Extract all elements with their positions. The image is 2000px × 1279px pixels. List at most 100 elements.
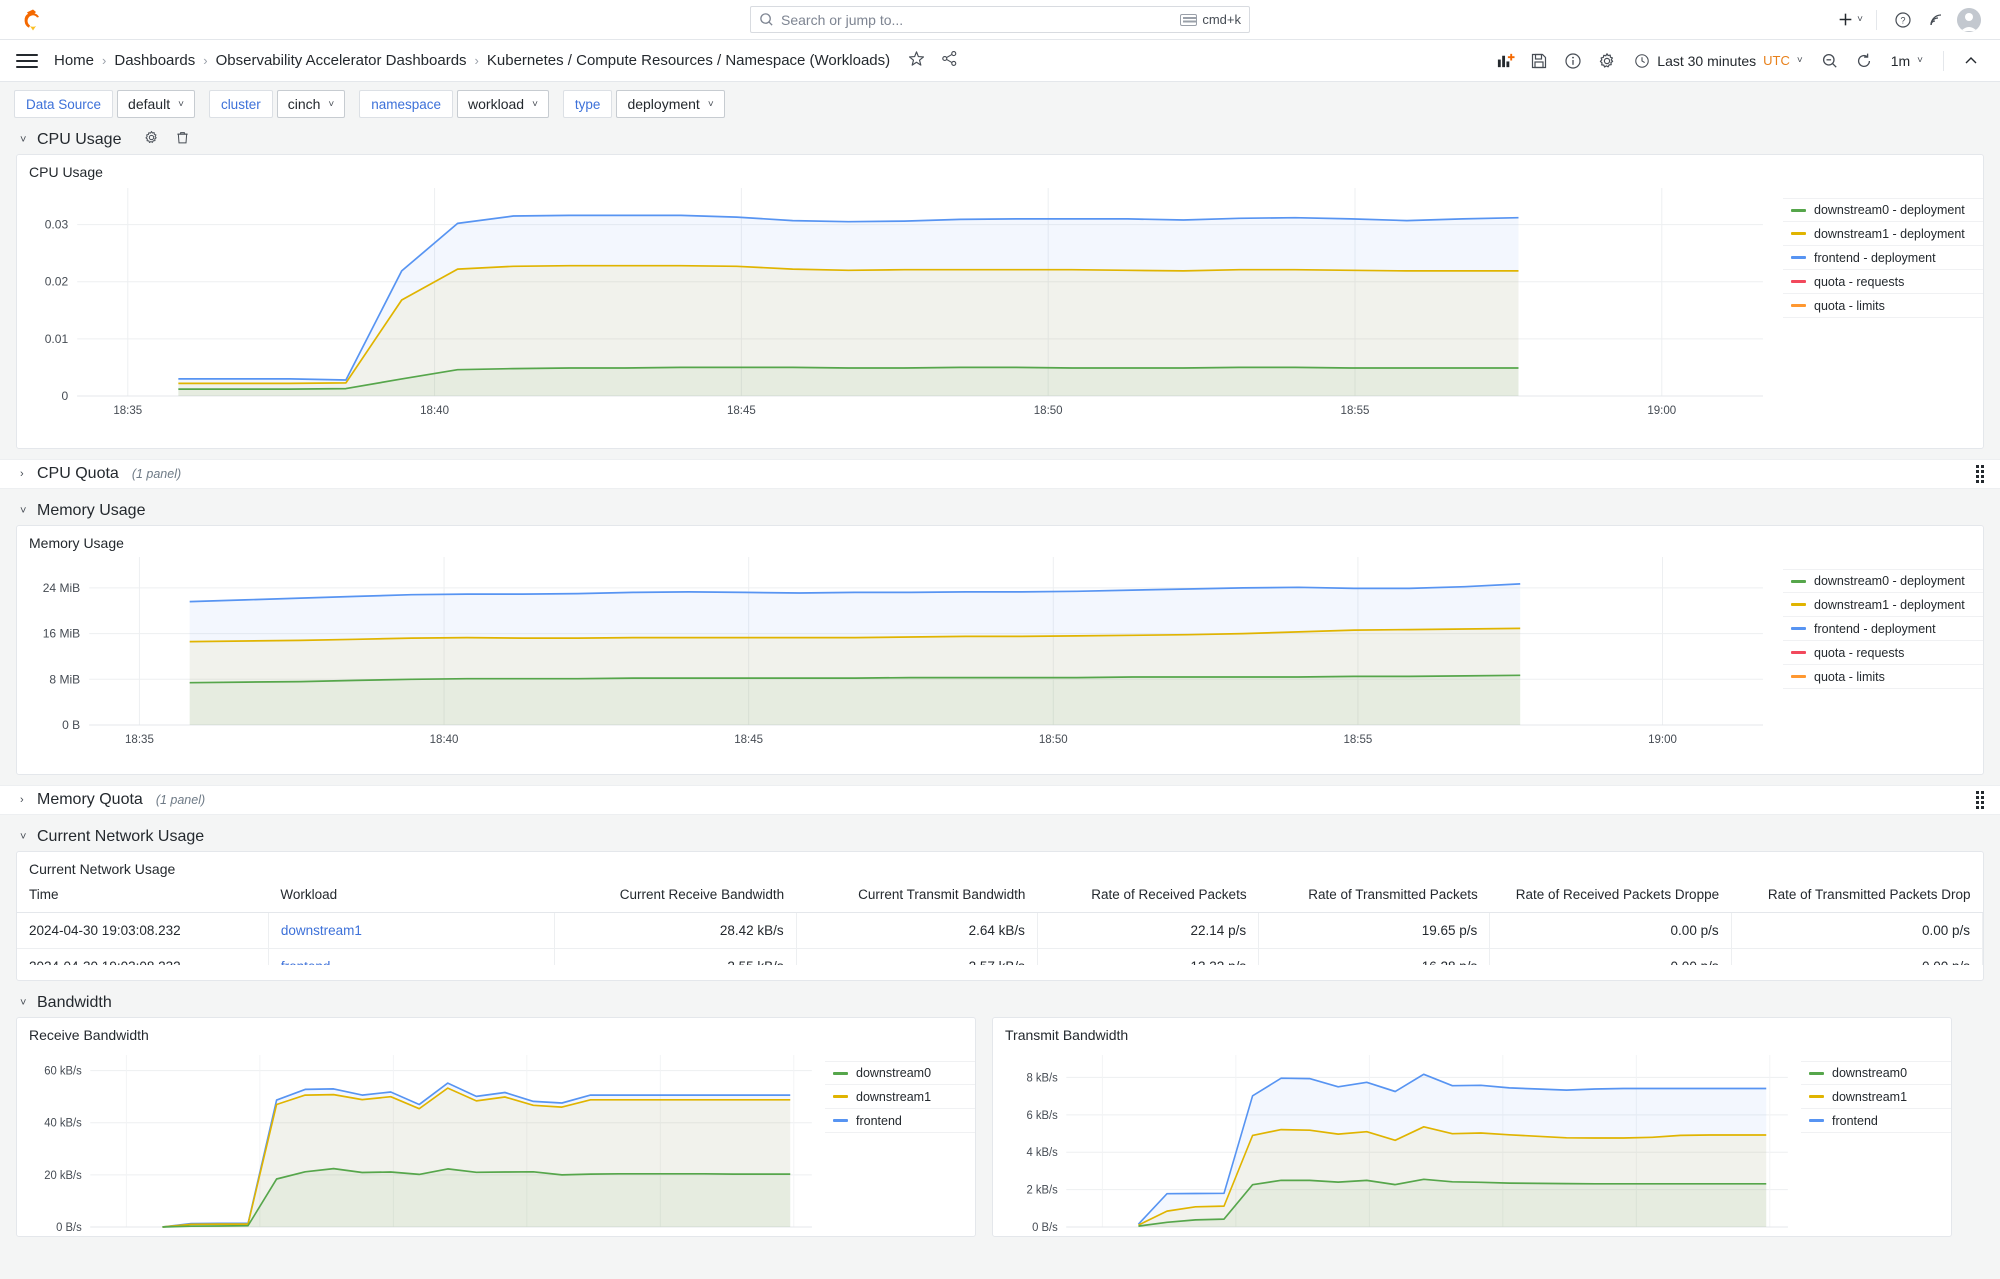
legend-item[interactable]: downstream1 bbox=[1801, 1085, 1951, 1109]
legend-label: downstream0 bbox=[1832, 1066, 1908, 1080]
legend-transmit-bandwidth: downstream0 downstream1 frontend bbox=[1801, 1043, 1951, 1233]
chart-memory-usage[interactable]: 0 B 8 MiB 16 MiB 24 MiB 18:35 18:40 18:45 18:50… bbox=[17, 551, 1783, 759]
search-input[interactable]: Search or jump to... cmd+k bbox=[750, 6, 1250, 33]
variable-select-cluster[interactable]: cinch ˅ bbox=[276, 90, 346, 118]
row-header-cpu-usage[interactable]: ˅ CPU Usage bbox=[0, 126, 2000, 154]
row-title-current-network-usage: Current Network Usage bbox=[37, 828, 205, 845]
user-profile-button[interactable] bbox=[1954, 5, 1984, 35]
zoom-out-time-button[interactable] bbox=[1815, 46, 1845, 76]
news-button[interactable] bbox=[1921, 5, 1951, 35]
clock-icon bbox=[1635, 53, 1650, 68]
help-button[interactable]: ? bbox=[1888, 5, 1918, 35]
share-nodes-icon[interactable] bbox=[941, 50, 958, 72]
time-range-label: Last 30 minutes bbox=[1657, 52, 1757, 69]
chevron-down-icon: ˅ bbox=[1917, 55, 1923, 66]
chevron-down-icon: ˅ bbox=[328, 98, 335, 110]
legend-label: quota - limits bbox=[1814, 298, 1885, 313]
legend-color-swatch bbox=[1791, 232, 1806, 235]
refresh-interval-picker[interactable]: 1m ˅ bbox=[1883, 48, 1931, 74]
legend-item[interactable]: quota - limits bbox=[1783, 294, 1983, 318]
hamburger-menu-icon[interactable] bbox=[14, 48, 40, 74]
keyboard-icon bbox=[1180, 13, 1198, 26]
variable-select-type[interactable]: deployment ˅ bbox=[616, 90, 725, 118]
table-cell: 2024-04-30 19:03:08.232 bbox=[17, 948, 269, 965]
x-axis-tick-label: 18:55 bbox=[1341, 405, 1370, 417]
legend-item[interactable]: downstream0 bbox=[825, 1061, 975, 1085]
star-outline-icon[interactable] bbox=[908, 50, 925, 72]
legend-item[interactable]: frontend - deployment bbox=[1783, 617, 1983, 641]
legend-item[interactable]: frontend - deployment bbox=[1783, 246, 1983, 270]
breadcrumb-item-dashboards[interactable]: Dashboards bbox=[114, 52, 195, 69]
chevron-down-icon: ˅ bbox=[532, 98, 538, 110]
legend-item[interactable]: frontend bbox=[1801, 1109, 1951, 1133]
add-panel-button[interactable] bbox=[1490, 46, 1520, 76]
chart-cpu-usage[interactable]: 0 0.01 0.02 0.03 18:35 18:40 18:45 18:50 18:55 19… bbox=[17, 180, 1783, 430]
legend-item[interactable]: downstream0 - deployment bbox=[1783, 198, 1983, 222]
table-cell: 2.57 kB/s bbox=[796, 948, 1038, 965]
table-column-header[interactable]: Time bbox=[17, 877, 269, 913]
row-header-current-network-usage[interactable]: ˅ Current Network Usage bbox=[0, 823, 2000, 851]
table-column-header[interactable]: Rate of Transmitted Packets bbox=[1258, 877, 1490, 913]
table-column-header[interactable]: Rate of Received Packets bbox=[1037, 877, 1259, 913]
row-drag-handle[interactable] bbox=[1976, 465, 1984, 483]
row-header-cpu-quota[interactable]: › CPU Quota (1 panel) bbox=[0, 459, 2000, 489]
time-range-picker[interactable]: Last 30 minutes UTC ˅ bbox=[1626, 48, 1810, 74]
legend-item[interactable]: quota - requests bbox=[1783, 641, 1983, 665]
global-search[interactable]: Search or jump to... cmd+k bbox=[750, 6, 1250, 33]
row-header-memory-quota[interactable]: › Memory Quota (1 panel) bbox=[0, 785, 2000, 815]
grafana-logo-icon[interactable] bbox=[20, 7, 46, 33]
legend-item[interactable]: downstream1 - deployment bbox=[1783, 222, 1983, 246]
row-settings-gear-icon[interactable] bbox=[144, 130, 159, 150]
variable-namespace: namespace workload ˅ bbox=[359, 90, 549, 118]
row-header-bandwidth[interactable]: ˅ Bandwidth bbox=[0, 989, 2000, 1017]
chevron-down-icon: ˅ bbox=[20, 134, 27, 146]
workload-link[interactable]: frontend bbox=[281, 959, 331, 965]
variable-select-datasource[interactable]: default ˅ bbox=[117, 90, 195, 118]
chevron-down-icon: ˅ bbox=[707, 98, 714, 110]
legend-item[interactable]: quota - limits bbox=[1783, 665, 1983, 689]
row-header-memory-usage[interactable]: ˅ Memory Usage bbox=[0, 497, 2000, 525]
x-axis-tick-label: 18:35 bbox=[125, 734, 154, 746]
avatar bbox=[1957, 7, 1981, 32]
chevron-right-icon: › bbox=[20, 794, 24, 806]
refresh-button[interactable] bbox=[1849, 46, 1879, 76]
breadcrumb-separator: › bbox=[203, 53, 208, 68]
legend-label: downstream1 bbox=[1832, 1089, 1908, 1104]
collapse-toolbar-button[interactable] bbox=[1956, 46, 1986, 76]
save-dashboard-button[interactable] bbox=[1524, 46, 1554, 76]
table-column-header[interactable]: Workload bbox=[268, 877, 555, 913]
variable-select-namespace[interactable]: workload ˅ bbox=[457, 90, 549, 118]
breadcrumb-item-home[interactable]: Home bbox=[54, 52, 94, 69]
chart-receive-bandwidth[interactable]: 0 B/s 20 kB/s 40 kB/s 60 kB/s bbox=[17, 1043, 825, 1233]
breadcrumb-item-observability-accelerator-dashboards[interactable]: Observability Accelerator Dashboards bbox=[216, 52, 467, 69]
row-delete-trash-icon[interactable] bbox=[175, 130, 190, 150]
legend-item[interactable]: frontend bbox=[825, 1109, 975, 1133]
dashboard-toolbar: Home › Dashboards › Observability Accele… bbox=[0, 40, 2000, 82]
legend-label: downstream1 - deployment bbox=[1814, 597, 1965, 612]
table-column-header[interactable]: Rate of Received Packets Droppe bbox=[1489, 877, 1732, 913]
legend-item[interactable]: downstream1 - deployment bbox=[1783, 593, 1983, 617]
table-column-header[interactable]: Current Transmit Bandwidth bbox=[796, 877, 1038, 913]
x-axis-tick-label: 18:45 bbox=[734, 734, 763, 746]
row-drag-handle[interactable] bbox=[1976, 791, 1984, 809]
chart-transmit-bandwidth[interactable]: 0 B/s 2 kB/s 4 kB/s 6 kB/s 8 kB/s bbox=[993, 1043, 1801, 1233]
legend-label: frontend bbox=[1832, 1113, 1878, 1128]
panel-memory-usage: Memory Usage 0 B 8 MiB 16 MiB 24 MiB 18:35 18… bbox=[16, 525, 1984, 775]
legend-cpu-usage: downstream0 - deployment downstream1 - de… bbox=[1783, 180, 1983, 430]
legend-item[interactable]: downstream0 - deployment bbox=[1783, 569, 1983, 593]
dashboard-settings-button[interactable] bbox=[1592, 46, 1622, 76]
table-column-header[interactable]: Rate of Transmitted Packets Drop bbox=[1731, 877, 1983, 913]
table-column-header[interactable]: Current Receive Bandwidth bbox=[554, 877, 797, 913]
y-axis-tick-label: 0 B/s bbox=[56, 1221, 82, 1233]
dashboard-info-button[interactable] bbox=[1558, 46, 1588, 76]
add-new-button[interactable]: ˅ bbox=[1835, 5, 1865, 35]
top-navigation-bar: Search or jump to... cmd+k ˅ ? bbox=[0, 0, 2000, 40]
legend-color-swatch bbox=[1809, 1095, 1824, 1098]
row-panel-count-memory-quota: (1 panel) bbox=[155, 793, 206, 807]
legend-color-swatch bbox=[1791, 208, 1806, 212]
legend-item[interactable]: downstream0 bbox=[1801, 1061, 1951, 1085]
legend-item[interactable]: downstream1 bbox=[825, 1085, 975, 1109]
legend-item[interactable]: quota - requests bbox=[1783, 270, 1983, 294]
variable-datasource: Data Source default ˅ bbox=[14, 90, 195, 118]
workload-link[interactable]: downstream1 bbox=[281, 923, 362, 938]
